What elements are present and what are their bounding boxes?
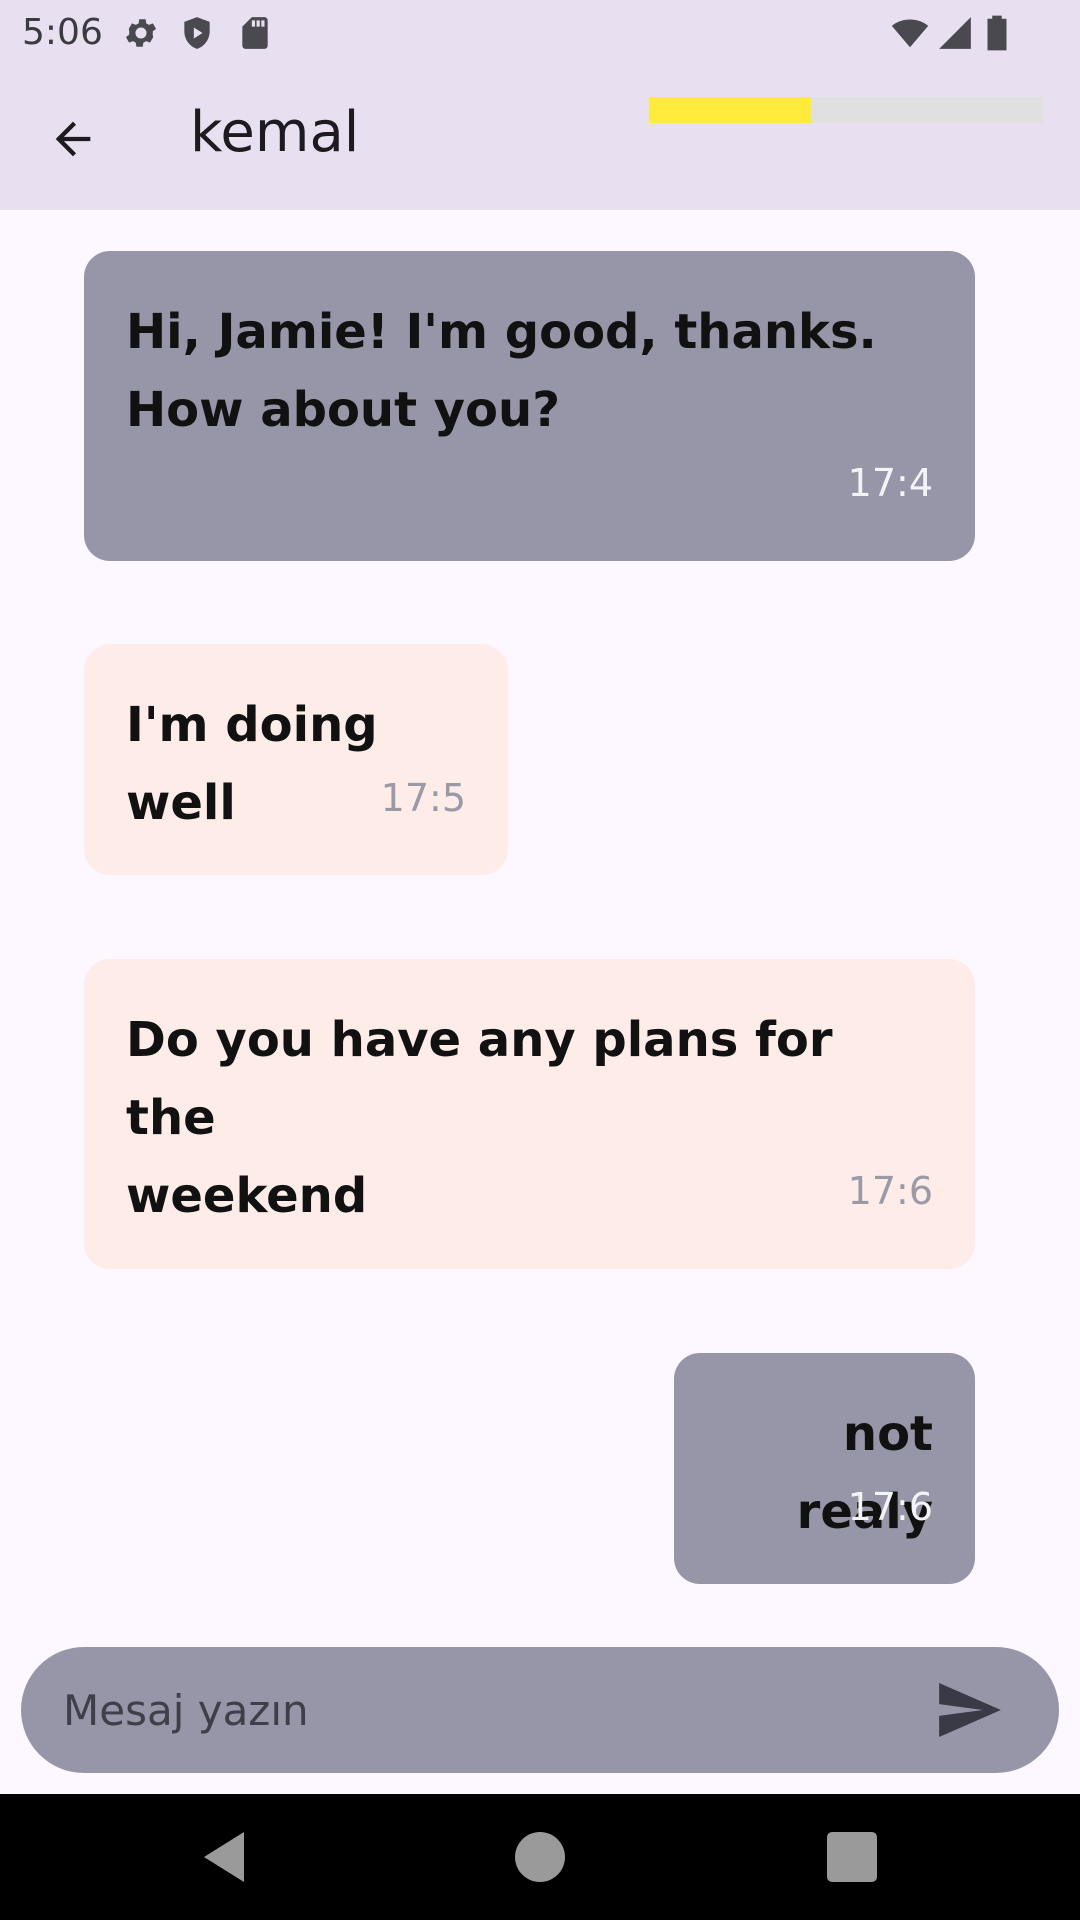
- top-bar: 5:06 kemal: [0, 0, 1080, 210]
- message-bubble[interactable]: Do you have any plans for the weekend 17…: [84, 959, 975, 1269]
- wifi-icon: [888, 14, 932, 52]
- shield-icon: [178, 14, 216, 52]
- gear-icon: [122, 14, 160, 52]
- message-time: 17:6: [847, 1485, 933, 1529]
- message-composer: [21, 1647, 1059, 1773]
- chat-screen: 5:06 kemal Hi, Jamie! I'm good, thanks. …: [0, 0, 1080, 1920]
- status-time: 5:06: [22, 12, 103, 53]
- message-bubble[interactable]: I'm doing well 17:5: [84, 644, 508, 875]
- send-button[interactable]: [939, 1683, 1001, 1737]
- nav-recents-button[interactable]: [822, 1827, 882, 1887]
- nav-home-icon: [515, 1832, 565, 1882]
- message-text: Hi, Jamie! I'm good, thanks. How about y…: [126, 304, 877, 438]
- progress-bar: [649, 97, 1043, 123]
- nav-back-icon: [204, 1832, 244, 1882]
- nav-home-button[interactable]: [510, 1827, 570, 1887]
- message-time: 17:4: [847, 461, 933, 505]
- send-icon: [939, 1683, 1001, 1737]
- nav-recents-icon: [827, 1832, 877, 1882]
- message-time: 17:6: [847, 1169, 933, 1213]
- message-bubble[interactable]: not realy 17:6: [674, 1353, 975, 1584]
- app-bar: kemal: [0, 64, 1080, 210]
- message-bubble[interactable]: Hi, Jamie! I'm good, thanks. How about y…: [84, 251, 975, 561]
- progress-fill: [649, 97, 811, 123]
- chat-title: kemal: [190, 100, 360, 165]
- status-bar: 5:06: [0, 0, 1080, 64]
- arrow-left-icon: [55, 121, 91, 157]
- sd-card-icon: [236, 14, 274, 52]
- message-text: Do you have any plans for the weekend: [126, 1012, 833, 1224]
- battery-icon: [984, 14, 1010, 52]
- message-time: 17:5: [380, 776, 466, 820]
- nav-back-button[interactable]: [194, 1827, 254, 1887]
- cell-signal-icon: [936, 14, 974, 52]
- system-nav-bar: [0, 1794, 1080, 1920]
- message-input[interactable]: [63, 1647, 883, 1773]
- back-button[interactable]: [38, 104, 108, 174]
